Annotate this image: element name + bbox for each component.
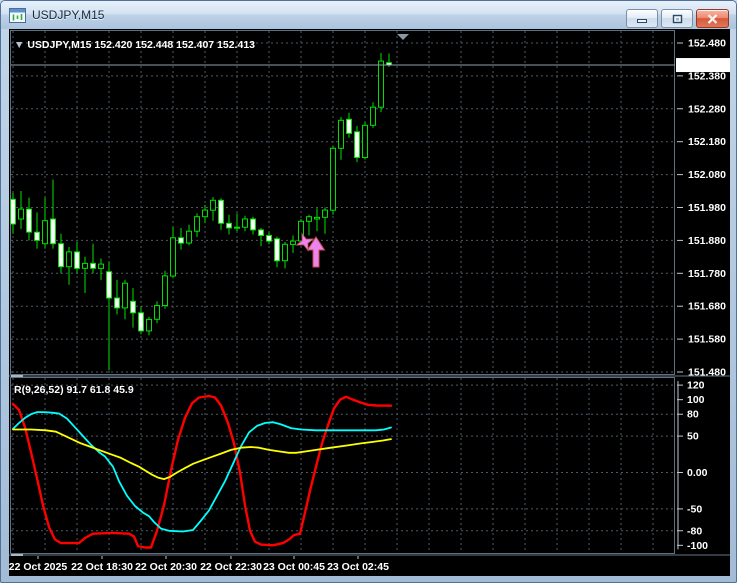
restore-button[interactable]: [661, 9, 693, 28]
price-tick-label: 151.680: [688, 301, 726, 313]
candle-bull: [122, 282, 128, 309]
oscillator-tick-label: 0.00: [687, 467, 708, 479]
minimize-icon: [637, 19, 647, 23]
oscillator-tick-label: 80: [687, 409, 699, 421]
candle-bear: [354, 131, 360, 159]
candle-bear: [58, 243, 64, 268]
candle-bear: [178, 237, 184, 244]
price-tick-label: 152.480: [688, 38, 726, 50]
candle-bull: [378, 60, 384, 108]
candle-bear: [138, 312, 144, 332]
price-tick-label: 152.080: [688, 169, 726, 181]
candle-bull: [186, 230, 192, 244]
candle-bull: [66, 251, 72, 268]
candle-bear: [266, 235, 272, 242]
window-title: USDJPY,M15: [32, 8, 105, 22]
price-tick-label: 151.880: [688, 235, 726, 247]
candle-bull: [282, 243, 288, 262]
time-tick-label: 22 Oct 2025: [9, 561, 67, 573]
oscillator-tick-label: 50: [687, 431, 699, 443]
candle-bear: [114, 297, 120, 309]
oscillator-tick-label: -80: [687, 525, 702, 537]
current-price-label: 152.413: [688, 60, 726, 72]
candle-bear: [50, 218, 56, 245]
candle-bull: [290, 240, 296, 245]
close-button[interactable]: [696, 9, 729, 28]
price-tick-label: 151.780: [688, 268, 726, 280]
candle-bull: [330, 147, 336, 211]
price-tick-label: 152.180: [688, 136, 726, 148]
candle-bear: [274, 238, 280, 262]
candle-bull: [314, 216, 320, 220]
candle-bull: [42, 220, 48, 245]
candle-bull: [202, 209, 208, 218]
oscillator-tick-label: -100: [687, 540, 708, 552]
candle-bull: [234, 226, 240, 229]
candle-bull: [82, 262, 88, 269]
candle-bull: [154, 305, 160, 320]
candle-bear: [90, 262, 96, 269]
window-titlebar[interactable]: USDJPY,M15: [1, 1, 736, 29]
candle-bear: [26, 208, 32, 233]
candle-bear: [250, 218, 256, 231]
candle-bear: [10, 198, 16, 225]
candle-bull: [170, 237, 176, 277]
oscillator-tick-label: 100: [687, 394, 705, 406]
price-tick-label: 152.280: [688, 103, 726, 115]
candle-bear: [130, 300, 136, 314]
restore-icon: [672, 14, 682, 23]
candle-bull: [338, 119, 344, 149]
candle-bull: [306, 216, 312, 222]
price-tick-label: 151.480: [688, 367, 726, 379]
candle-bear: [226, 222, 232, 229]
candle-bull: [210, 199, 216, 211]
price-tick-label: 151.980: [688, 202, 726, 214]
candle-bear: [258, 229, 264, 236]
candle-bull: [362, 124, 368, 159]
candle-bull: [146, 318, 152, 332]
candle-bear: [218, 199, 224, 224]
time-tick-label: 23 Oct 02:45: [327, 561, 389, 573]
candle-bear: [74, 251, 80, 269]
oscillator-tick-label: -50: [687, 503, 702, 515]
time-tick-label: 22 Oct 18:30: [71, 561, 133, 573]
time-tick-label: 22 Oct 20:30: [135, 561, 197, 573]
candle-bull: [370, 106, 376, 126]
candle-bull: [322, 209, 328, 218]
mt4-chart-window: USDJPY,M15 ▼ USDJPY,M15 152.420 152.448 …: [0, 0, 737, 583]
price-tick-label: 151.580: [688, 334, 726, 346]
candle-bull: [242, 218, 248, 228]
candle-bull: [194, 216, 200, 232]
candle-bull: [98, 263, 104, 269]
candle-bear: [106, 271, 112, 299]
close-icon: [707, 13, 718, 24]
chart-canvas[interactable]: ▼ USDJPY,M15 152.420 152.448 152.407 152…: [9, 29, 730, 576]
oscillator-label: R(9,26,52) 91.7 61.8 45.9: [14, 384, 134, 396]
window-controls: [623, 9, 729, 28]
chart-client-area: ▼ USDJPY,M15 152.420 152.448 152.407 152…: [9, 29, 730, 576]
candle-bear: [346, 118, 352, 134]
candle-bull: [18, 208, 24, 220]
ohlc-label: ▼ USDJPY,M15 152.420 152.448 152.407 152…: [14, 39, 255, 51]
chart-window-icon: [9, 7, 26, 23]
oscillator-tick-label: 120: [687, 380, 705, 392]
price-tick-label: 152.380: [688, 70, 726, 82]
candle-bear: [34, 231, 40, 241]
time-tick-label: 23 Oct 00:45: [263, 561, 325, 573]
minimize-button[interactable]: [626, 9, 658, 28]
time-tick-label: 22 Oct 22:30: [200, 561, 262, 573]
candle-bull: [162, 275, 168, 306]
